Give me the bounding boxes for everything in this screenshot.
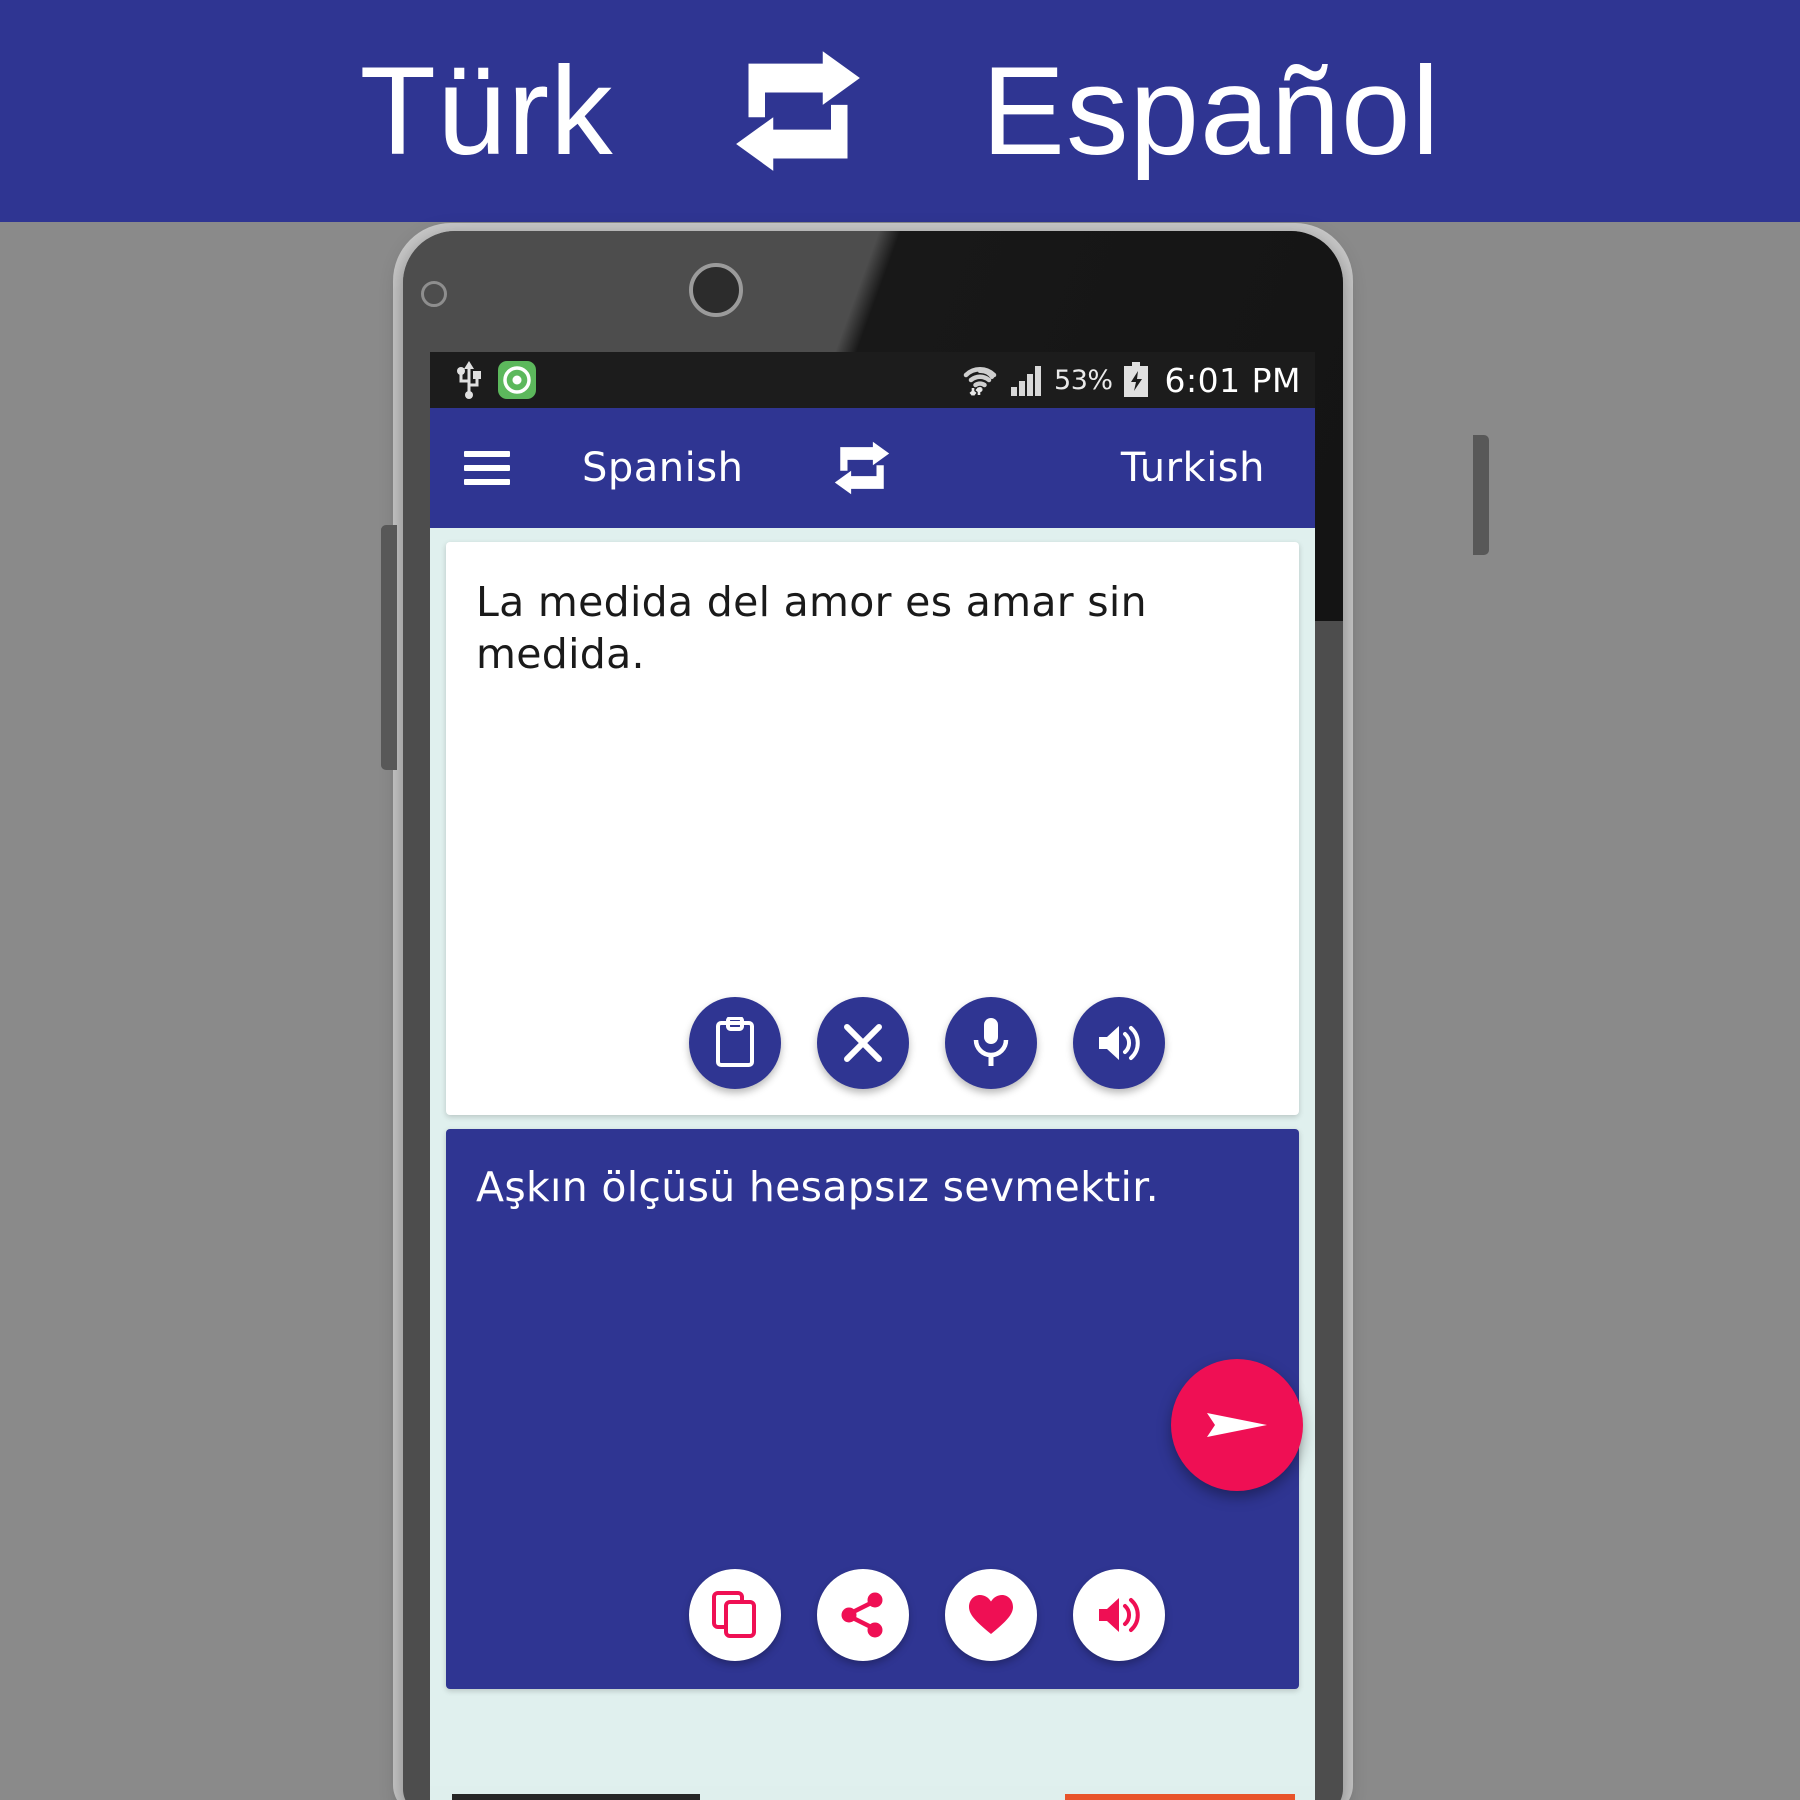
bottom-screen-strip xyxy=(430,1786,1315,1800)
camera-icon xyxy=(421,281,447,307)
clear-button[interactable] xyxy=(816,997,909,1089)
source-language-selector[interactable]: Spanish xyxy=(582,445,743,491)
microphone-icon xyxy=(973,1018,1008,1066)
bottom-strip-left xyxy=(452,1794,700,1800)
clipboard-icon xyxy=(715,1017,754,1067)
send-paper-plane-icon xyxy=(1207,1413,1267,1437)
screenshot-root: Türk Español 53% 6:01 PM Spanish Turkish… xyxy=(0,0,1800,1800)
close-x-icon xyxy=(843,1024,882,1062)
swap-arrows-icon xyxy=(735,51,860,171)
volume-button[interactable] xyxy=(381,525,397,770)
speak-target-button[interactable] xyxy=(1072,1569,1165,1661)
promo-source-language: Türk xyxy=(359,41,614,181)
status-bar-clock: 6:01 PM xyxy=(1164,360,1301,400)
bottom-strip-right xyxy=(1065,1794,1295,1800)
translate-button[interactable] xyxy=(1171,1359,1303,1491)
phone-screen: 53% 6:01 PM Spanish Turkish La medida de… xyxy=(430,352,1315,1800)
favorite-button[interactable] xyxy=(944,1569,1037,1661)
heart-icon xyxy=(968,1595,1013,1634)
volume-speaker-icon xyxy=(1098,1026,1140,1060)
share-icon xyxy=(841,1592,882,1638)
promo-banner: Türk Español xyxy=(0,0,1800,222)
battery-percent-label: 53% xyxy=(1054,364,1113,396)
power-button[interactable] xyxy=(1473,435,1489,555)
app-bar: Spanish Turkish xyxy=(430,408,1315,528)
target-language-selector[interactable]: Turkish xyxy=(1121,445,1265,491)
status-bar-right-icons: 53% 6:01 PM xyxy=(960,361,1301,400)
phone-mockup: 53% 6:01 PM Spanish Turkish La medida de… xyxy=(381,223,1489,1800)
speak-source-button[interactable] xyxy=(1072,997,1165,1089)
copy-button[interactable] xyxy=(688,1569,781,1661)
voice-input-button[interactable] xyxy=(944,997,1037,1089)
target-text: Aşkın ölçüsü hesapsız sevmektir. xyxy=(476,1163,1159,1211)
usb-icon xyxy=(457,361,481,399)
speaker-grille-icon xyxy=(689,263,743,317)
target-action-row xyxy=(446,1569,1299,1661)
copy-icon xyxy=(711,1591,756,1638)
hamburger-menu-icon[interactable] xyxy=(464,451,510,485)
wifi-icon xyxy=(963,367,997,396)
promo-target-language: Español xyxy=(981,41,1441,181)
target-output-card[interactable]: Aşkın ölçüsü hesapsız sevmektir. xyxy=(446,1129,1299,1689)
battery-charging-icon xyxy=(1123,362,1148,397)
swap-languages-icon[interactable] xyxy=(833,441,891,495)
source-panel: La medida del amor es amar sin medida. xyxy=(430,528,1315,1115)
source-text[interactable]: La medida del amor es amar sin medida. xyxy=(476,576,1269,681)
volume-speaker-icon xyxy=(1098,1598,1140,1632)
source-action-row xyxy=(446,997,1299,1089)
paste-button[interactable] xyxy=(688,997,781,1089)
share-button[interactable] xyxy=(816,1569,909,1661)
android-status-bar: 53% 6:01 PM xyxy=(430,352,1315,408)
cellular-signal-icon xyxy=(1011,366,1042,396)
source-input-card[interactable]: La medida del amor es amar sin medida. xyxy=(446,542,1299,1115)
status-bar-left-icons xyxy=(456,361,536,399)
app-notification-icon xyxy=(498,361,536,399)
